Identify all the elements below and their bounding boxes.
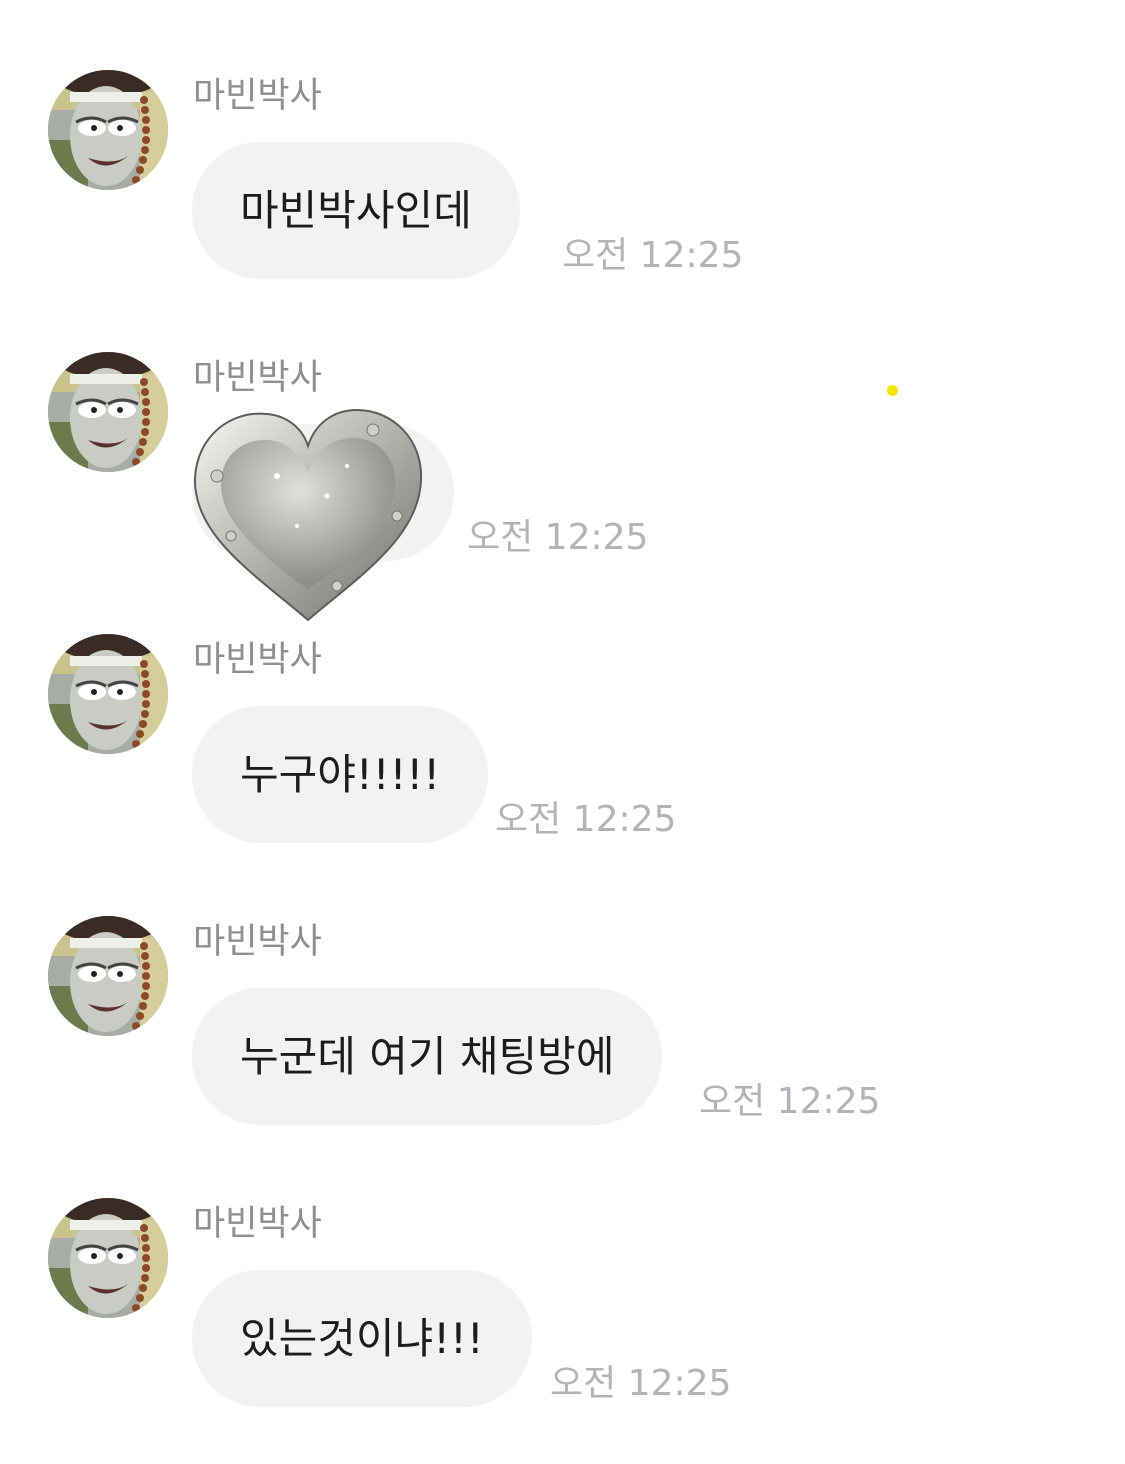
message-bubble[interactable]: 마빈박사인데 xyxy=(192,142,520,279)
avatar[interactable] xyxy=(48,70,168,190)
message-bubble[interactable]: 누군데 여기 채팅방에 xyxy=(192,988,663,1125)
message-bubble[interactable]: 있는것이냐!!! xyxy=(192,1270,532,1407)
message-time: 오전 12:25 xyxy=(699,1081,881,1122)
chat-message: 마빈박사 누구야!!!!! 오전 12:25 xyxy=(0,634,1125,916)
chat-message: 마빈박사 마빈박사인데 오전 12:25 xyxy=(0,70,1125,352)
avatar[interactable] xyxy=(48,916,168,1036)
message-time: 오전 12:25 xyxy=(467,517,649,558)
crystal-heart-sticker[interactable] xyxy=(187,406,429,628)
avatar[interactable] xyxy=(48,1198,168,1318)
message-bubble[interactable]: 누구야!!!!! xyxy=(192,706,489,843)
chat-room: 마빈박사 마빈박사인데 오전 12:25 마빈박사 오전 12:25 마빈박사 … xyxy=(0,0,1125,1464)
sender-name: 마빈박사 xyxy=(193,640,322,680)
chat-message: 마빈박사 오전 12:25 xyxy=(0,352,1125,634)
message-time: 오전 12:25 xyxy=(562,235,744,276)
sender-name: 마빈박사 xyxy=(193,76,322,116)
message-time: 오전 12:25 xyxy=(495,799,677,840)
sender-name: 마빈박사 xyxy=(193,1204,322,1244)
sender-name: 마빈박사 xyxy=(193,358,322,398)
message-time: 오전 12:25 xyxy=(550,1363,732,1404)
sender-name: 마빈박사 xyxy=(193,922,322,962)
avatar[interactable] xyxy=(48,634,168,754)
avatar[interactable] xyxy=(48,352,168,472)
chat-message: 마빈박사 있는것이냐!!! 오전 12:25 xyxy=(0,1198,1125,1464)
unread-dot xyxy=(887,385,898,396)
chat-message: 마빈박사 누군데 여기 채팅방에 오전 12:25 xyxy=(0,916,1125,1198)
